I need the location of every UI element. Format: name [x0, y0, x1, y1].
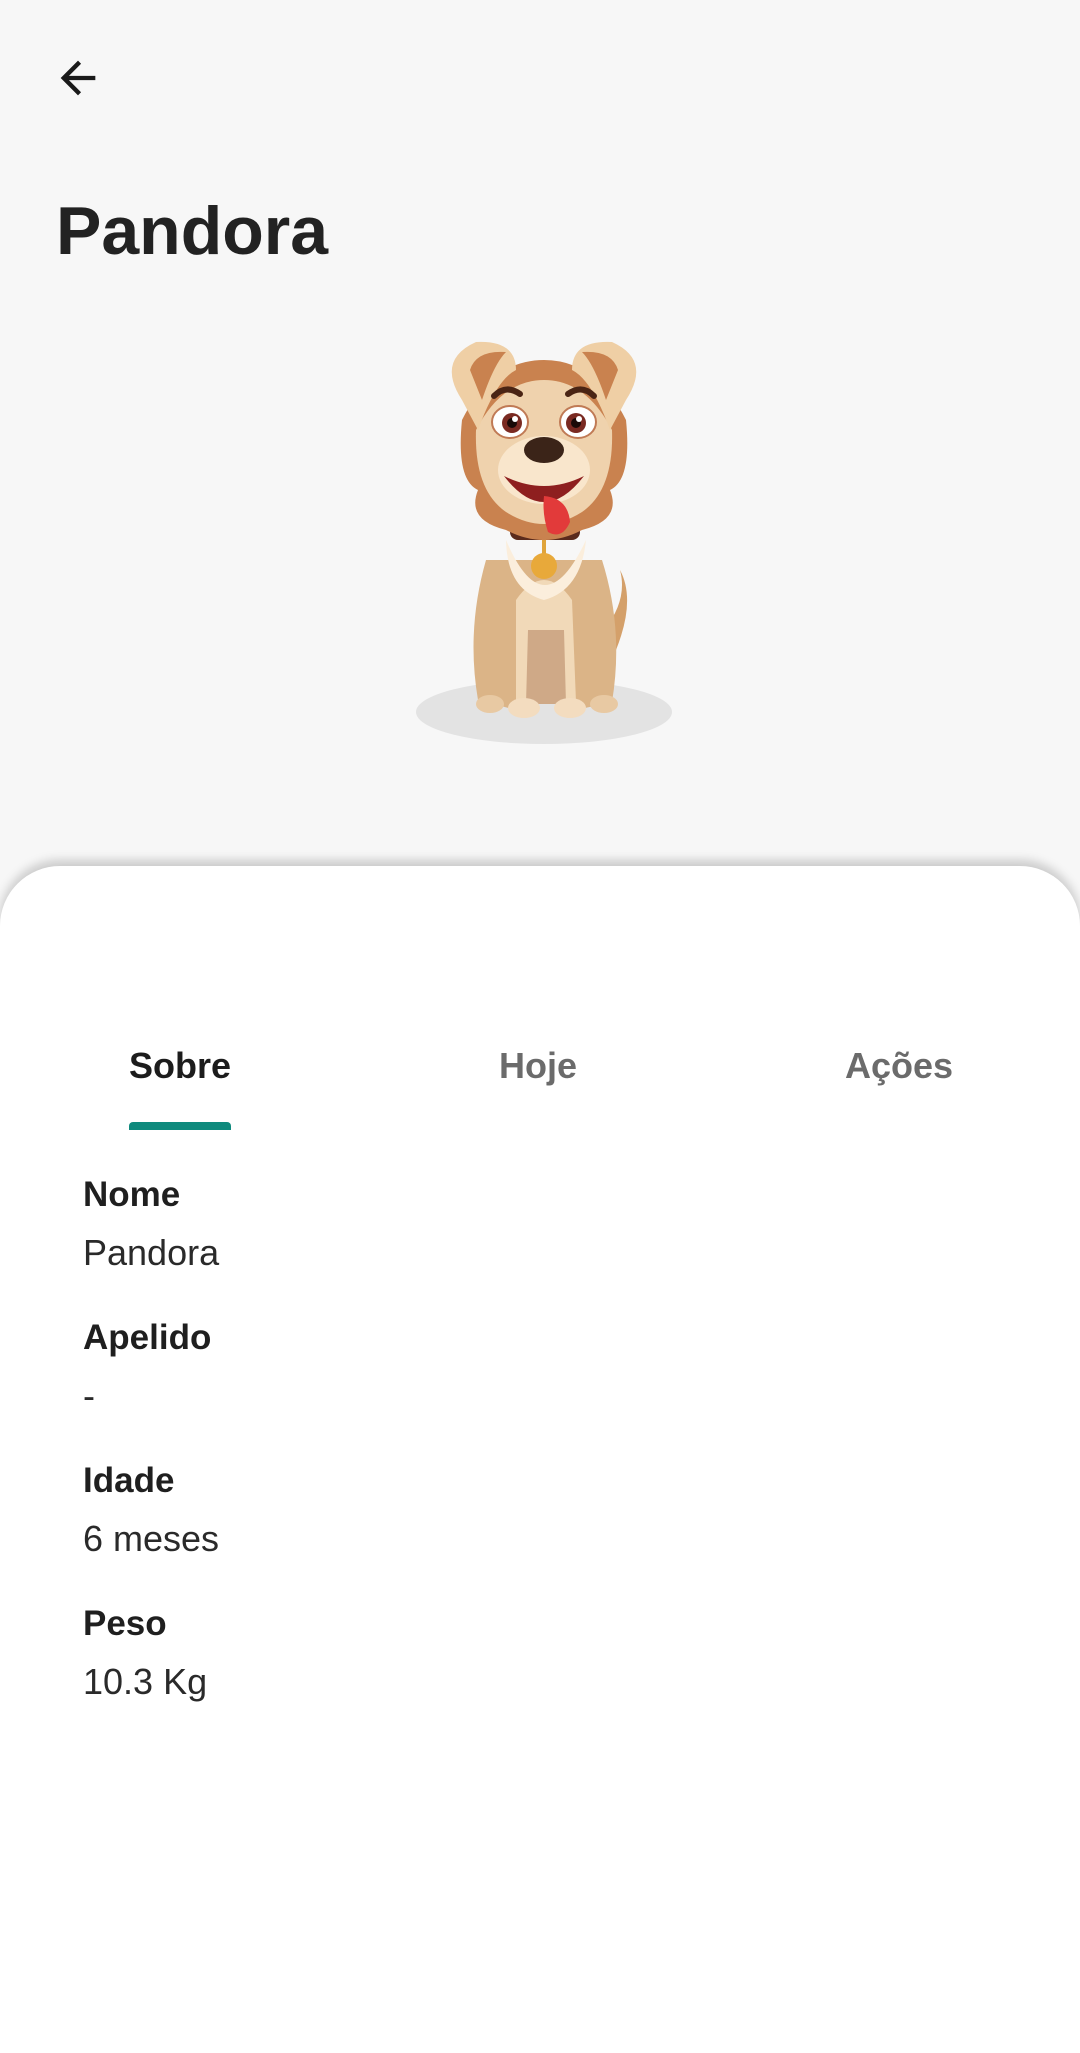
field-label: Apelido [83, 1318, 212, 1357]
arrow-left-icon [60, 60, 96, 96]
field-nome: Nome Pandora [83, 1172, 983, 1315]
pet-avatar-image [416, 341, 672, 744]
pet-profile-screen: Pandora Sobre Hoje Ações Nome Pandora Ap… [0, 0, 1080, 2053]
details-sheet: Sobre Hoje Ações Nome Pandora Apelido - … [0, 866, 1080, 2053]
tab-hoje[interactable]: Hoje [482, 1036, 594, 1116]
field-apelido: Apelido - [83, 1315, 983, 1458]
pet-details-list: Nome Pandora Apelido - Idade 6 meses Pes… [83, 1172, 983, 1744]
tab-sobre[interactable]: Sobre [129, 1036, 231, 1116]
field-idade: Idade 6 meses [83, 1458, 983, 1601]
field-value: 10.3 Kg [83, 1661, 208, 1702]
tab-bar: Sobre Hoje Ações [0, 1036, 1080, 1116]
back-button[interactable] [40, 40, 116, 116]
field-value: 6 meses [83, 1518, 220, 1559]
page-title: Pandora [56, 193, 329, 269]
field-label: Idade [83, 1461, 175, 1500]
field-label: Nome [83, 1175, 181, 1214]
field-peso: Peso 10.3 Kg [83, 1601, 983, 1744]
tab-acoes[interactable]: Ações [836, 1036, 962, 1116]
field-label: Peso [83, 1604, 167, 1643]
active-tab-indicator [129, 1122, 231, 1130]
field-value: Pandora [83, 1232, 220, 1273]
field-value: - [83, 1375, 95, 1416]
